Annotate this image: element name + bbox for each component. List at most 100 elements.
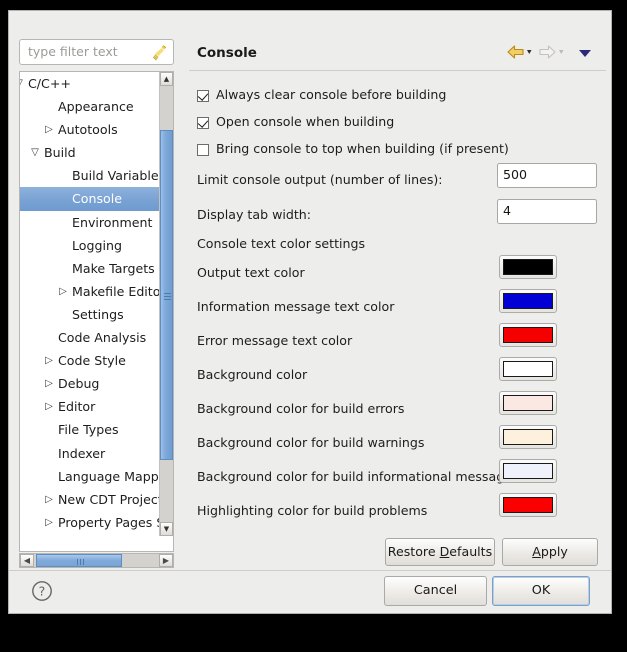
tree-vertical-scroll-thumb[interactable] bbox=[160, 130, 173, 460]
build-warnings-background-label: Background color for build warnings bbox=[197, 435, 425, 450]
build-problems-highlight-button[interactable] bbox=[499, 493, 557, 517]
color-swatch bbox=[503, 395, 553, 411]
checkbox-label: Always clear console before building bbox=[216, 87, 447, 102]
help-icon[interactable]: ? bbox=[31, 580, 53, 602]
checkbox-label: Bring console to top when building (if p… bbox=[216, 141, 509, 156]
tree-item-label: Property Pages Settings bbox=[58, 514, 160, 530]
tree-item-property-pages-settings[interactable]: ▷Property Pages Settings bbox=[20, 511, 160, 534]
cancel-button[interactable]: Cancel bbox=[384, 576, 487, 606]
restore-defaults-button[interactable]: Restore Defaults bbox=[385, 538, 495, 566]
tree-item-label: New CDT Project Wizard bbox=[58, 491, 160, 507]
background-color-button[interactable] bbox=[499, 357, 557, 381]
output-text-color-button[interactable] bbox=[499, 255, 557, 279]
scroll-up-button[interactable]: ▲ bbox=[160, 72, 173, 86]
tree-item-debug[interactable]: ▷ Debug bbox=[20, 372, 160, 395]
color-swatch bbox=[503, 293, 553, 309]
restore-defaults-mnemonic: D bbox=[439, 544, 450, 559]
tree-item-build[interactable]: ▽ Build bbox=[20, 141, 160, 164]
color-swatch bbox=[503, 463, 553, 479]
display-tab-width-label: Display tab width: bbox=[197, 207, 312, 222]
console-preferences-pane: Console Always clear console before buil… bbox=[189, 17, 606, 566]
color-swatch bbox=[503, 497, 553, 513]
ok-button[interactable]: OK bbox=[492, 576, 590, 606]
tree-item-makefile-editor[interactable]: ▷ Makefile Editor bbox=[20, 280, 160, 303]
scroll-right-button[interactable]: ▶ bbox=[159, 554, 173, 567]
preferences-dialog: type filter text ▽C/C++Appearance▷Autoto… bbox=[8, 10, 612, 614]
twisty-expanded-icon[interactable]: ▽ bbox=[20, 72, 26, 95]
tree-item-language-mappings[interactable]: Language Mappings bbox=[20, 465, 160, 488]
tree-item-indexer[interactable]: Indexer bbox=[20, 442, 160, 465]
header-divider bbox=[189, 70, 606, 71]
tree-item-label: Environment bbox=[72, 214, 153, 230]
output-text-color-label: Output text color bbox=[197, 265, 305, 280]
filter-input-placeholder[interactable]: type filter text bbox=[28, 44, 118, 59]
twisty-collapsed-icon[interactable]: ▷ bbox=[42, 118, 56, 141]
tree-item-new-cdt-project-wizard[interactable]: ▷New CDT Project Wizard bbox=[20, 488, 160, 511]
tree-item-console[interactable]: Console bbox=[20, 187, 160, 211]
tree-item-c-c[interactable]: ▽C/C++ bbox=[20, 72, 160, 95]
scroll-left-button[interactable]: ◀ bbox=[20, 554, 34, 567]
tree-vertical-scrollbar[interactable]: ▲ ▼ bbox=[159, 72, 173, 536]
twisty-collapsed-icon[interactable]: ▷ bbox=[42, 395, 56, 418]
color-swatch bbox=[503, 361, 553, 377]
build-info-background-button[interactable] bbox=[499, 459, 557, 483]
tree-item-autotools[interactable]: ▷ Autotools bbox=[20, 118, 160, 141]
back-arrow-icon[interactable] bbox=[507, 44, 535, 60]
error-message-color-button[interactable] bbox=[499, 323, 557, 347]
triangle-down-icon[interactable] bbox=[577, 48, 593, 58]
filter-field[interactable]: type filter text bbox=[19, 39, 174, 65]
tree-item-label: Code Style bbox=[58, 353, 126, 369]
tree-item-label: Editor bbox=[58, 399, 96, 415]
svg-text:?: ? bbox=[39, 584, 46, 599]
color-settings-section-label: Console text color settings bbox=[197, 236, 366, 251]
preferences-tree[interactable]: ▽C/C++Appearance▷Autotools▽BuildBuild Va… bbox=[19, 71, 174, 552]
tree-item-label: Console bbox=[72, 191, 122, 207]
apply-button[interactable]: Apply bbox=[502, 538, 598, 566]
tree-item-build-variables[interactable]: Build Variables bbox=[20, 164, 160, 187]
twisty-expanded-icon[interactable]: ▽ bbox=[28, 141, 42, 164]
footer-divider bbox=[9, 570, 611, 571]
tree-item-editor[interactable]: ▷ Editor bbox=[20, 395, 160, 418]
tree-item-label: Debug bbox=[58, 376, 100, 392]
build-problems-highlight-label: Highlighting color for build problems bbox=[197, 503, 428, 518]
restore-defaults-label-pre: Restore bbox=[387, 544, 440, 559]
tree-item-environment[interactable]: Environment bbox=[20, 211, 160, 234]
tree-item-label: Logging bbox=[72, 237, 122, 253]
twisty-collapsed-icon[interactable]: ▷ bbox=[42, 511, 56, 534]
broom-icon[interactable] bbox=[152, 44, 168, 61]
tree-item-label: Autotools bbox=[58, 122, 118, 138]
build-errors-background-button[interactable] bbox=[499, 391, 557, 415]
twisty-collapsed-icon[interactable]: ▷ bbox=[42, 488, 56, 511]
information-message-color-label: Information message text color bbox=[197, 299, 395, 314]
build-warnings-background-button[interactable] bbox=[499, 425, 557, 449]
checkbox-open-console[interactable] bbox=[197, 117, 209, 129]
preferences-tree-pane: type filter text ▽C/C++Appearance▷Autoto… bbox=[15, 17, 182, 568]
scroll-down-button[interactable]: ▼ bbox=[160, 522, 173, 536]
tree-horizontal-scroll-thumb[interactable] bbox=[36, 554, 122, 567]
tree-item-appearance[interactable]: Appearance bbox=[20, 95, 160, 118]
forward-arrow-icon bbox=[539, 45, 564, 59]
tree-item-code-style[interactable]: ▷ Code Style bbox=[20, 349, 160, 372]
checkbox-bring-to-top[interactable] bbox=[197, 144, 209, 156]
information-message-color-button[interactable] bbox=[499, 289, 557, 313]
limit-console-output-label: Limit console output (number of lines): bbox=[197, 172, 443, 187]
limit-console-output-input[interactable]: 500 bbox=[497, 163, 597, 188]
checkbox-label: Open console when building bbox=[216, 114, 395, 129]
checkbox-always-clear[interactable] bbox=[197, 90, 209, 102]
tree-item-file-types[interactable]: File Types bbox=[20, 418, 160, 441]
tree-item-label: Indexer bbox=[58, 445, 106, 461]
twisty-collapsed-icon[interactable]: ▷ bbox=[56, 280, 70, 303]
tree-item-settings[interactable]: Settings bbox=[20, 303, 160, 326]
twisty-collapsed-icon[interactable]: ▷ bbox=[42, 372, 56, 395]
tree-horizontal-scrollbar[interactable]: ◀ ▶ bbox=[19, 553, 174, 568]
error-message-color-label: Error message text color bbox=[197, 333, 353, 348]
tree-item-code-analysis[interactable]: Code Analysis bbox=[20, 326, 160, 349]
restore-defaults-label-post: efaults bbox=[449, 544, 493, 559]
tree-item-make-targets[interactable]: Make Targets bbox=[20, 257, 160, 280]
twisty-collapsed-icon[interactable]: ▷ bbox=[42, 349, 56, 372]
display-tab-width-input[interactable]: 4 bbox=[497, 199, 597, 224]
tree-item-logging[interactable]: Logging bbox=[20, 234, 160, 257]
build-info-background-label: Background color for build informational… bbox=[197, 469, 519, 484]
tree-item-label: File Types bbox=[58, 422, 119, 438]
color-swatch bbox=[503, 259, 553, 275]
